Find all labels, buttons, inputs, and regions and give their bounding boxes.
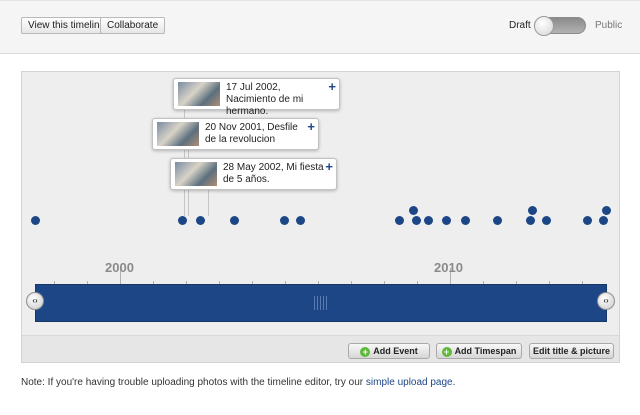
event-marker[interactable]: [296, 216, 305, 225]
event-photo: [178, 82, 220, 106]
event-label: 20 Nov 2001, Desfile de la revolucion: [205, 122, 298, 145]
event-marker[interactable]: [542, 216, 551, 225]
plus-icon[interactable]: +: [307, 120, 315, 133]
editor-actions-bar: + Add Event + Add Timespan Edit title & pi…: [22, 335, 619, 362]
add-timespan-button[interactable]: + Add Timespan: [436, 343, 522, 359]
draft-label: Draft: [509, 20, 531, 31]
event-marker[interactable]: [442, 216, 451, 225]
event-marker[interactable]: [280, 216, 289, 225]
green-plus-icon: +: [360, 347, 371, 357]
event-marker[interactable]: [412, 216, 421, 225]
event-bubble[interactable]: 20 Nov 2001, Desfile de la revolucion +: [152, 118, 319, 150]
add-timespan-label: Add Timespan: [454, 346, 517, 356]
event-marker[interactable]: [493, 216, 502, 225]
axis-year-label: 2000: [105, 260, 134, 275]
view-timeline-button[interactable]: View this timeline: [21, 17, 113, 34]
event-marker[interactable]: [602, 206, 611, 215]
event-bubble[interactable]: 17 Jul 2002, Nacimiento de mi hermano. +: [173, 78, 340, 117]
axis-year-label: 2010: [434, 260, 463, 275]
navigator-left-handle[interactable]: ‹›: [26, 292, 44, 310]
edit-title-button[interactable]: Edit title & picture: [529, 343, 614, 359]
event-connector: [208, 188, 209, 216]
timeline-editor: 17 Jul 2002, Nacimiento de mi hermano. +…: [21, 71, 620, 363]
upload-note-suffix: .: [452, 377, 456, 388]
event-label: 28 May 2002, Mi fiesta de 5 años.: [223, 162, 324, 185]
event-bubble[interactable]: 28 May 2002, Mi fiesta de 5 años. +: [170, 158, 337, 190]
event-marker[interactable]: [461, 216, 470, 225]
navigator-grip[interactable]: [314, 296, 328, 310]
toggle-knob[interactable]: [534, 16, 554, 36]
simple-upload-link[interactable]: simple upload page: [366, 377, 453, 388]
green-plus-icon: +: [441, 347, 452, 357]
event-marker[interactable]: [409, 206, 418, 215]
event-photo: [175, 162, 217, 186]
event-label: 17 Jul 2002, Nacimiento de mi hermano.: [226, 82, 304, 117]
event-photo: [157, 122, 199, 146]
event-marker[interactable]: [230, 216, 239, 225]
event-marker[interactable]: [599, 216, 608, 225]
add-event-button[interactable]: + Add Event: [348, 343, 430, 359]
upload-note-text: Note: If you're having trouble uploading…: [21, 377, 366, 388]
add-event-label: Add Event: [373, 346, 418, 356]
event-marker[interactable]: [583, 216, 592, 225]
public-label: Public: [595, 20, 623, 31]
event-marker[interactable]: [178, 216, 187, 225]
navigator-right-handle[interactable]: ‹›: [597, 292, 615, 310]
event-marker[interactable]: [31, 216, 40, 225]
timeline-navigator[interactable]: [35, 284, 607, 322]
event-marker[interactable]: [528, 206, 537, 215]
collaborate-button[interactable]: Collaborate: [100, 17, 166, 34]
event-marker[interactable]: [196, 216, 205, 225]
timeline-ruler: 2000 2010: [35, 252, 607, 286]
plus-icon[interactable]: +: [325, 160, 333, 173]
publish-toggle[interactable]: [534, 16, 586, 36]
editor-toolbar: View this timeline Collaborate Draft Pub…: [0, 0, 640, 54]
event-marker[interactable]: [395, 216, 404, 225]
plus-icon[interactable]: +: [328, 80, 336, 93]
events-area: 17 Jul 2002, Nacimiento de mi hermano. +…: [22, 72, 619, 252]
upload-note: Note: If you're having trouble uploading…: [21, 377, 455, 388]
event-marker[interactable]: [424, 216, 433, 225]
event-marker[interactable]: [526, 216, 535, 225]
